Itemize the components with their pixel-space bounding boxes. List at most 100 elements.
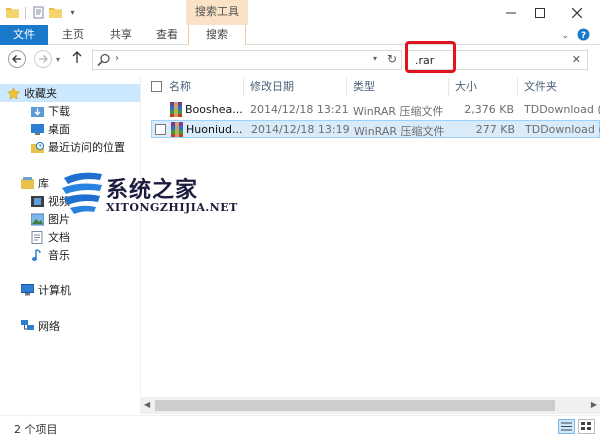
breadcrumb-chevron-icon[interactable]: › — [115, 53, 119, 64]
nav-item-computer[interactable]: 计算机 — [0, 281, 140, 299]
refresh-icon[interactable]: ↻ — [387, 52, 397, 66]
nav-item-network[interactable]: 网络 — [0, 317, 140, 335]
chevron-down-icon[interactable]: ▾ — [66, 6, 79, 19]
nav-item-label: 视频 — [48, 195, 70, 208]
up-arrow-icon[interactable] — [72, 51, 82, 67]
file-name: Huoniud... — [186, 123, 243, 136]
column-header-folder[interactable]: 文件夹 — [524, 75, 557, 99]
maximize-button[interactable] — [525, 0, 554, 25]
search-input[interactable] — [415, 54, 565, 67]
search-box[interactable]: ✕ — [406, 50, 588, 70]
column-header-size[interactable]: 大小 — [455, 75, 477, 99]
folder-icon[interactable] — [6, 6, 19, 19]
address-bar[interactable]: › ▾ ↻ — [92, 50, 402, 70]
nav-item-recent[interactable]: 最近访问的位置 — [0, 138, 140, 156]
title-bar: ▾ 搜索工具 — [0, 0, 600, 25]
quick-access-toolbar: ▾ — [6, 6, 79, 19]
tab-search[interactable]: 搜索 — [188, 25, 246, 45]
column-divider[interactable] — [243, 78, 244, 96]
winrar-archive-icon — [170, 102, 182, 117]
file-modified: 2014/12/18 13:21 — [250, 103, 349, 116]
clear-search-icon[interactable]: ✕ — [572, 53, 581, 66]
item-count: 2 个项目 — [14, 423, 58, 436]
table-row[interactable]: Huoniud... 2014/12/18 13:19 WinRAR 压缩文件 … — [151, 120, 600, 138]
scroll-right-icon[interactable]: ▶ — [591, 400, 597, 409]
file-size: 2,376 KB — [464, 103, 514, 116]
desktop-icon — [30, 122, 44, 136]
properties-icon[interactable] — [32, 6, 45, 19]
nav-item-desktop[interactable]: 桌面 — [0, 120, 140, 138]
star-icon — [6, 86, 20, 100]
ribbon-tab-bar: 文件 主页 共享 查看 搜索 ⌄ ? — [0, 25, 600, 45]
column-divider[interactable] — [517, 78, 518, 96]
file-folder: TDDownload (( — [525, 123, 600, 136]
tab-file[interactable]: 文件 — [0, 25, 48, 45]
nav-item-label: 文档 — [48, 231, 70, 244]
minimize-button[interactable] — [496, 0, 525, 25]
expand-ribbon-icon[interactable]: ⌄ — [561, 31, 569, 41]
computer-icon — [20, 283, 34, 297]
downloads-folder-icon — [30, 104, 44, 118]
file-type: WinRAR 压缩文件 — [354, 125, 445, 138]
recent-places-icon — [30, 140, 44, 154]
nav-item-label: 最近访问的位置 — [48, 141, 125, 154]
column-divider[interactable] — [346, 78, 347, 96]
nav-item-label: 收藏夹 — [24, 87, 57, 100]
details-view-button[interactable] — [558, 419, 575, 434]
nav-item-favorites[interactable]: 收藏夹 — [0, 84, 140, 102]
winrar-archive-icon — [171, 122, 183, 137]
nav-item-downloads[interactable]: 下载 — [0, 102, 140, 120]
nav-item-label: 网络 — [38, 320, 60, 333]
tab-share[interactable]: 共享 — [100, 25, 142, 45]
help-icon[interactable]: ? — [577, 28, 590, 44]
scrollbar-thumb[interactable] — [155, 400, 555, 411]
pictures-icon — [30, 212, 44, 226]
back-button[interactable] — [8, 50, 26, 68]
nav-item-label: 图片 — [48, 213, 70, 226]
status-bar: 2 个项目 — [0, 415, 600, 438]
column-header-modified[interactable]: 修改日期 — [250, 75, 294, 99]
horizontal-scrollbar[interactable]: ◀ ▶ — [141, 397, 600, 414]
column-header-name[interactable]: 名称 — [169, 75, 191, 99]
file-type: WinRAR 压缩文件 — [353, 105, 444, 118]
column-divider[interactable] — [448, 78, 449, 96]
table-row[interactable]: Booshea... 2014/12/18 13:21 WinRAR 压缩文件 … — [151, 101, 600, 119]
scroll-left-icon[interactable]: ◀ — [144, 400, 150, 409]
close-button[interactable] — [554, 0, 600, 25]
nav-item-library[interactable]: 库 — [0, 174, 140, 192]
nav-item-music[interactable]: 音乐 — [0, 246, 140, 264]
music-note-icon — [30, 248, 44, 262]
large-icons-view-button[interactable] — [578, 419, 595, 434]
nav-item-label: 音乐 — [48, 249, 70, 262]
documents-icon — [30, 230, 44, 244]
nav-item-documents[interactable]: 文档 — [0, 228, 140, 246]
search-tools-context-header: 搜索工具 — [186, 0, 248, 25]
svg-text:?: ? — [581, 31, 586, 41]
column-header-type[interactable]: 类型 — [353, 75, 375, 99]
search-results-icon — [97, 53, 111, 70]
new-folder-icon[interactable] — [49, 6, 62, 19]
video-icon — [30, 194, 44, 208]
tab-home[interactable]: 主页 — [52, 25, 94, 45]
navigation-pane: 收藏夹 下载 桌面 最近访问的位置 库 视频 图片 文档 音乐 计算机 网络 — [0, 75, 140, 415]
tab-view[interactable]: 查看 — [146, 25, 188, 45]
file-name: Booshea... — [185, 103, 243, 116]
library-icon — [20, 176, 34, 190]
file-modified: 2014/12/18 13:19 — [251, 123, 350, 136]
nav-item-label: 库 — [38, 177, 49, 190]
nav-item-label: 计算机 — [38, 284, 71, 297]
file-size: 277 KB — [475, 123, 515, 136]
nav-item-label: 下载 — [48, 105, 70, 118]
recent-locations-dropdown-icon[interactable]: ▾ — [56, 55, 60, 64]
ribbon-right-controls: ⌄ ? — [561, 28, 590, 44]
row-checkbox[interactable] — [155, 124, 166, 135]
address-dropdown-icon[interactable]: ▾ — [373, 54, 377, 63]
forward-button[interactable] — [34, 50, 52, 68]
file-folder: TDDownload (( — [524, 103, 600, 116]
file-list: 名称 修改日期 类型 大小 文件夹 Booshea... 2014/12/18 … — [141, 75, 600, 415]
network-icon — [20, 319, 34, 333]
address-row: ▾ › ▾ ↻ ✕ — [0, 45, 600, 75]
nav-item-videos[interactable]: 视频 — [0, 192, 140, 210]
nav-item-pictures[interactable]: 图片 — [0, 210, 140, 228]
select-all-checkbox[interactable] — [151, 81, 162, 92]
